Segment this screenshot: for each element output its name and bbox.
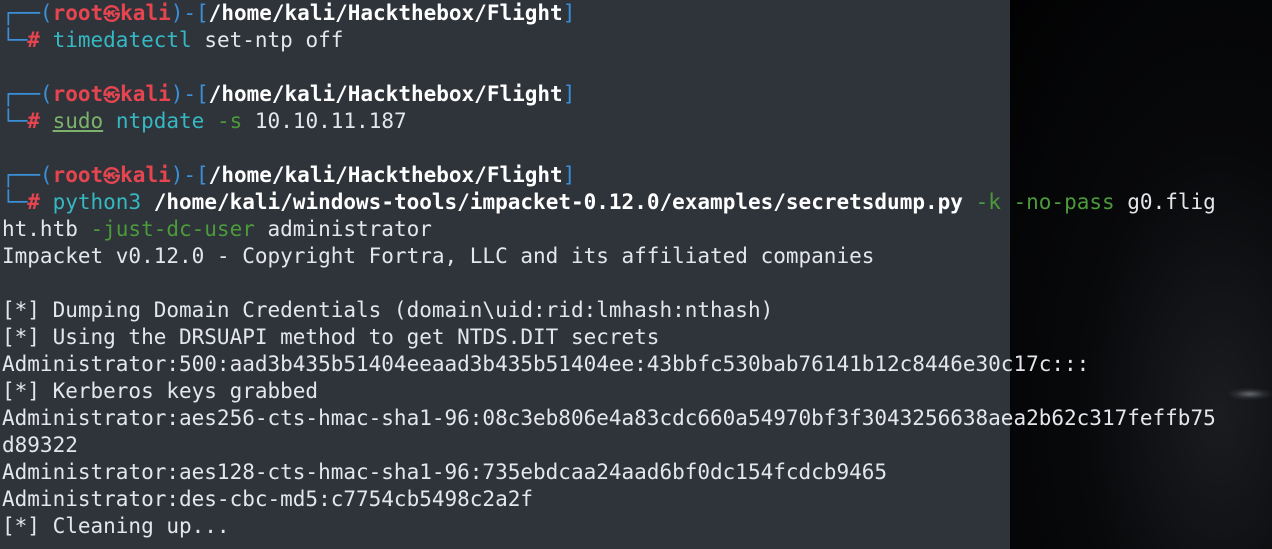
output-line: [*] Dumping Domain Credentials (domain\u…: [2, 298, 774, 322]
prompt-frame: )-[: [170, 1, 209, 25]
prompt-path: /home/kali/Hackthebox/Flight: [208, 82, 563, 106]
output-line: Administrator:des-cbc-md5:c7754cb5498c2a…: [2, 487, 534, 511]
prompt-path: /home/kali/Hackthebox/Flight: [208, 1, 563, 25]
prompt-user: root: [52, 82, 104, 106]
command-option: -s: [204, 109, 243, 133]
output-line: Administrator:aes256-cts-hmac-sha1-96:08…: [2, 406, 1216, 430]
sudo-keyword: sudo: [52, 109, 104, 133]
command-name: python3: [52, 190, 142, 214]
prompt-line: ┌──(root㉿kali)-[/home/kali/Hackthebox/Fl…: [2, 81, 575, 108]
wallpaper-dark-region: [1010, 0, 1272, 549]
skull-icon: ㉿: [103, 5, 121, 25]
prompt-hash: #: [27, 28, 53, 52]
command-args: g0.flig: [1114, 190, 1216, 214]
output-line: Administrator:aes128-cts-hmac-sha1-96:73…: [2, 460, 888, 484]
prompt-frame: ]: [562, 1, 576, 25]
prompt-frame: └─: [2, 28, 28, 52]
prompt-path: /home/kali/Hackthebox/Flight: [208, 163, 563, 187]
prompt-frame: )-[: [170, 163, 209, 187]
output-line: Impacket v0.12.0 - Copyright Fortra, LLC…: [2, 244, 875, 268]
command-line: └─# python3 /home/kali/windows-tools/imp…: [2, 189, 1216, 216]
command-line: └─# sudo ntpdate -s 10.10.11.187: [2, 108, 407, 135]
output-line: Administrator:500:aad3b435b51404eeaad3b4…: [2, 352, 1090, 376]
prompt-frame: ]: [562, 163, 576, 187]
prompt-frame: ]: [562, 82, 576, 106]
prompt-user: root: [52, 163, 104, 187]
prompt-line: ┌──(root㉿kali)-[/home/kali/Hackthebox/Fl…: [2, 0, 575, 27]
wallpaper-mark: [1228, 388, 1272, 400]
prompt-host: kali: [120, 82, 171, 106]
prompt-frame: └─: [2, 190, 28, 214]
command-option: -k -no-pass: [962, 190, 1115, 214]
prompt-host: kali: [120, 1, 171, 25]
prompt-hash: #: [27, 190, 53, 214]
command-args: 10.10.11.187: [242, 109, 407, 133]
command-args: ht.htb: [2, 217, 78, 241]
script-path: /home/kali/windows-tools/impacket-0.12.0…: [141, 190, 963, 214]
output-line: [*] Cleaning up...: [2, 514, 230, 538]
terminal-window[interactable]: ┌──(root㉿kali)-[/home/kali/Hackthebox/Fl…: [0, 0, 1272, 549]
skull-icon: ㉿: [103, 167, 121, 187]
prompt-frame: ┌──(: [2, 82, 53, 106]
output-line: [*] Kerberos keys grabbed: [2, 379, 319, 403]
prompt-host: kali: [120, 163, 171, 187]
output-line: [*] Using the DRSUAPI method to get NTDS…: [2, 325, 660, 349]
prompt-hash: #: [27, 109, 53, 133]
command-option: -just-dc-user: [77, 217, 255, 241]
command-name: timedatectl: [52, 28, 192, 52]
prompt-line: ┌──(root㉿kali)-[/home/kali/Hackthebox/Fl…: [2, 162, 575, 189]
command-line-wrap: ht.htb -just-dc-user administrator: [2, 216, 432, 243]
skull-icon: ㉿: [103, 86, 121, 106]
prompt-user: root: [52, 1, 104, 25]
prompt-frame: └─: [2, 109, 28, 133]
output-line: d89322: [2, 433, 78, 457]
prompt-frame: ┌──(: [2, 163, 53, 187]
command-args: administrator: [254, 217, 432, 241]
command-args: set-ntp off: [191, 28, 344, 52]
prompt-frame: ┌──(: [2, 1, 53, 25]
command-name: ntpdate: [103, 109, 205, 133]
prompt-frame: )-[: [170, 82, 209, 106]
command-line: └─# timedatectl set-ntp off: [2, 27, 343, 54]
